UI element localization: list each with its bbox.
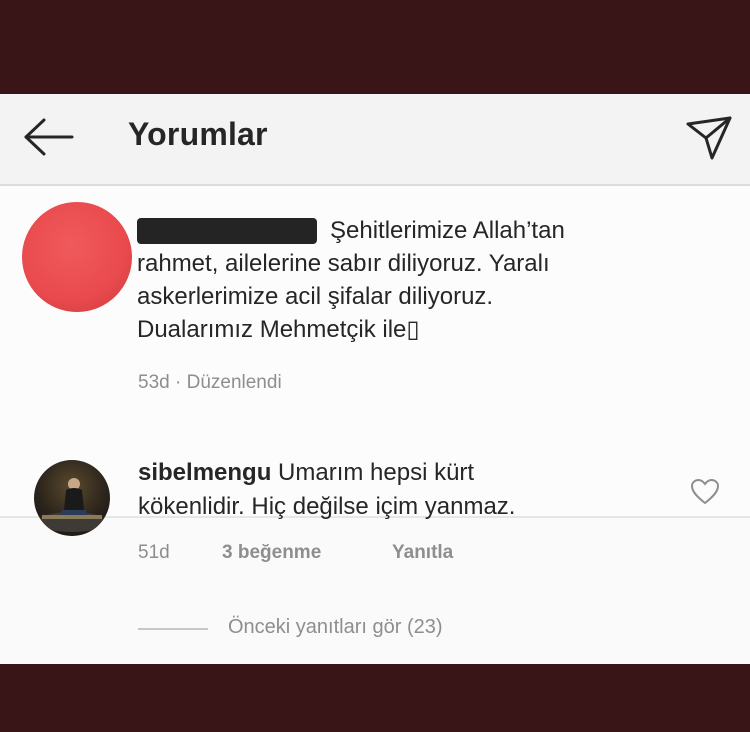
header-bar: Yorumlar [0, 94, 750, 186]
post-text-line-2: rahmet, ailelerine sabır diliyoruz. Yara… [137, 250, 550, 277]
comments-screen: Yorumlar Şehitlerimize Allah’tan rahmet,… [0, 94, 750, 664]
reply-line-2: kökenlidir. Hiç değilse içim yanmaz. [138, 493, 516, 520]
back-button[interactable] [20, 112, 80, 162]
post-text-line-1: Şehitlerimize Allah’tan [330, 217, 565, 244]
reply-username[interactable]: sibelmengu [138, 459, 271, 486]
back-arrow-icon [24, 118, 74, 156]
redacted-username [137, 218, 317, 244]
reply-line-1: sibelmengu Umarım hepsi kürt [138, 456, 474, 489]
post-text-line-3: askerlerimize acil şifalar diliyoruz. [137, 283, 494, 310]
reply-time: 51d [138, 542, 170, 563]
meta-separator: · [174, 372, 182, 393]
like-button[interactable] [690, 478, 720, 506]
send-icon [686, 116, 732, 160]
post-meta: 53d · Düzenlendi [138, 372, 282, 394]
likes-count[interactable]: 3 beğenme [222, 542, 321, 564]
view-previous-replies[interactable]: Önceki yanıtları gör (23) [228, 616, 443, 639]
reply-text-1: Umarım hepsi kürt [278, 459, 475, 486]
post-text-line-4: Dualarımız Mehmetçik ile▯ [137, 316, 420, 343]
avatar-photo [38, 478, 106, 532]
reply-button[interactable]: Yanıtla [392, 542, 453, 564]
heart-icon [690, 478, 720, 505]
post-time: 53d [138, 372, 170, 393]
send-button[interactable] [682, 110, 736, 166]
user-avatar[interactable] [34, 460, 110, 536]
page-title: Yorumlar [128, 116, 268, 152]
edited-label: Düzenlendi [186, 372, 282, 393]
replies-divider [138, 628, 208, 630]
avatar[interactable] [22, 202, 132, 312]
